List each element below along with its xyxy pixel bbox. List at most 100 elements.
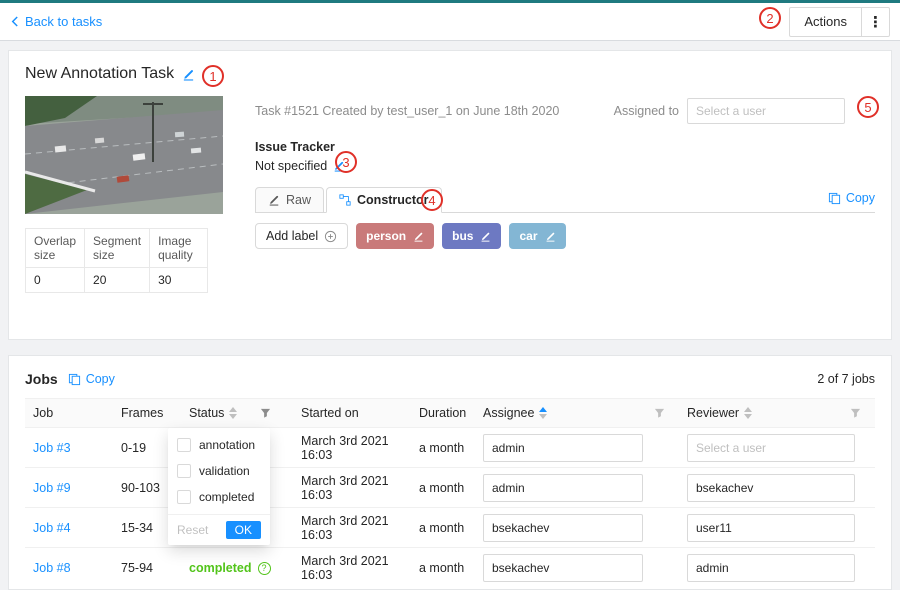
column-assignee[interactable]: Assignee <box>475 399 679 427</box>
jobs-title: Jobs <box>25 371 58 387</box>
assignee-input[interactable] <box>483 554 643 582</box>
edit-title-icon[interactable] <box>182 68 195 81</box>
column-frames[interactable]: Frames <box>113 399 181 427</box>
reviewer-input[interactable] <box>687 554 855 582</box>
frames-cell: 75-94 <box>113 561 181 575</box>
filter-option-annotation[interactable]: annotation <box>168 432 270 458</box>
callout-5: 5 <box>857 96 879 118</box>
filter-footer: Reset OK <box>168 514 270 545</box>
copy-icon <box>828 192 841 205</box>
callout-1: 1 <box>202 65 224 87</box>
constructor-icon <box>339 194 351 206</box>
task-meta-text: Task #1521 Created by test_user_1 on Jun… <box>255 104 559 118</box>
assignee-sort-icon[interactable] <box>539 407 547 419</box>
assignee-input[interactable] <box>483 434 643 462</box>
task-left-column: Overlap size Segment size Image quality … <box>25 96 223 293</box>
edit-label-icon[interactable] <box>545 231 556 242</box>
assignee-filter-icon[interactable] <box>654 408 665 419</box>
task-meta-row: Task #1521 Created by test_user_1 on Jun… <box>255 98 875 124</box>
more-menu-icon[interactable] <box>861 8 889 36</box>
task-assignee-input[interactable] <box>687 98 845 124</box>
copy-labels-link[interactable]: Copy <box>828 191 875 212</box>
copy-labels-label: Copy <box>846 191 875 205</box>
task-details-card: New Annotation Task <box>8 50 892 340</box>
table-row: Job #4 15-34 March 3rd 2021 16:03 a mont… <box>25 508 875 548</box>
task-page: Back to tasks Actions New Annotation Tas… <box>0 0 900 590</box>
tab-constructor-label: Constructor <box>357 193 429 207</box>
jobs-header: Jobs Copy 2 of 7 jobs <box>25 368 875 390</box>
completed-checkbox[interactable] <box>177 490 191 504</box>
filter-option-label: validation <box>199 464 250 478</box>
plus-circle-icon <box>324 230 337 243</box>
label-chip-bus-name: bus <box>452 229 473 243</box>
reviewer-sort-icon[interactable] <box>744 407 752 419</box>
label-chip-car-name: car <box>519 229 537 243</box>
label-chip-person[interactable]: person <box>356 223 434 249</box>
task-title-row: New Annotation Task <box>25 65 875 83</box>
assigned-to-group: Assigned to <box>614 98 845 124</box>
job-link[interactable]: Job #8 <box>33 561 71 575</box>
filter-reset-button[interactable]: Reset <box>177 523 208 537</box>
job-link[interactable]: Job #3 <box>33 441 71 455</box>
column-status[interactable]: Status <box>181 399 293 427</box>
filter-ok-button[interactable]: OK <box>226 521 261 539</box>
chevron-left-icon <box>10 15 19 28</box>
started-cell: March 3rd 2021 16:03 <box>293 554 411 582</box>
jobs-table: Job Frames Status Started on Duration As… <box>25 398 875 588</box>
callout-4: 4 <box>421 189 443 211</box>
task-right-column: Task #1521 Created by test_user_1 on Jun… <box>223 96 875 293</box>
column-job[interactable]: Job <box>25 399 113 427</box>
annotation-checkbox[interactable] <box>177 438 191 452</box>
edit-label-icon[interactable] <box>480 231 491 242</box>
column-duration[interactable]: Duration <box>411 399 475 427</box>
reviewer-filter-icon[interactable] <box>850 408 861 419</box>
actions-label: Actions <box>790 8 861 36</box>
question-circle-icon[interactable] <box>258 562 271 575</box>
labels-tabs-bar: Raw Constructor Copy <box>255 187 875 213</box>
job-link[interactable]: Job #4 <box>33 521 71 535</box>
column-reviewer[interactable]: Reviewer <box>679 399 875 427</box>
table-row: Job #3 0-19 March 3rd 2021 16:03 a month <box>25 428 875 468</box>
status-filter-dropdown: annotation validation completed Reset OK <box>168 428 270 545</box>
edit-label-icon[interactable] <box>413 231 424 242</box>
copy-icon <box>68 373 81 386</box>
add-label-button[interactable]: Add label <box>255 223 348 249</box>
add-label-button-label: Add label <box>266 229 318 243</box>
param-header-segment: Segment size <box>85 229 150 268</box>
duration-cell: a month <box>411 441 475 455</box>
task-parameters-table: Overlap size Segment size Image quality … <box>25 228 208 293</box>
reviewer-input[interactable] <box>687 474 855 502</box>
jobs-table-header: Job Frames Status Started on Duration As… <box>25 398 875 428</box>
label-chip-bus[interactable]: bus <box>442 223 501 249</box>
tab-raw[interactable]: Raw <box>255 187 324 213</box>
back-to-tasks-label: Back to tasks <box>25 14 102 29</box>
copy-jobs-link[interactable]: Copy <box>68 372 115 386</box>
filter-option-completed[interactable]: completed <box>168 484 270 510</box>
duration-cell: a month <box>411 561 475 575</box>
status-sort-icon[interactable] <box>229 407 237 419</box>
actions-button[interactable]: Actions <box>789 7 890 37</box>
reviewer-input[interactable] <box>687 434 855 462</box>
assignee-input[interactable] <box>483 514 643 542</box>
param-header-quality: Image quality <box>150 229 208 268</box>
job-link[interactable]: Job #9 <box>33 481 71 495</box>
back-to-tasks-link[interactable]: Back to tasks <box>10 14 102 29</box>
param-header-overlap: Overlap size <box>26 229 85 268</box>
status-filter-icon[interactable] <box>260 408 271 419</box>
started-cell: March 3rd 2021 16:03 <box>293 474 411 502</box>
table-row: Job #8 75-94 completed March 3rd 2021 16… <box>25 548 875 588</box>
reviewer-input[interactable] <box>687 514 855 542</box>
param-value-quality: 30 <box>150 268 208 293</box>
filter-option-validation[interactable]: validation <box>168 458 270 484</box>
status-text: completed <box>189 561 252 575</box>
started-cell: March 3rd 2021 16:03 <box>293 434 411 462</box>
copy-jobs-label: Copy <box>86 372 115 386</box>
table-row: Job #9 90-103 March 3rd 2021 16:03 a mon… <box>25 468 875 508</box>
label-chip-car[interactable]: car <box>509 223 565 249</box>
assignee-input[interactable] <box>483 474 643 502</box>
issue-tracker-value: Not specified <box>255 159 327 173</box>
column-started-on[interactable]: Started on <box>293 399 411 427</box>
validation-checkbox[interactable] <box>177 464 191 478</box>
task-preview-image <box>25 96 223 214</box>
duration-cell: a month <box>411 521 475 535</box>
